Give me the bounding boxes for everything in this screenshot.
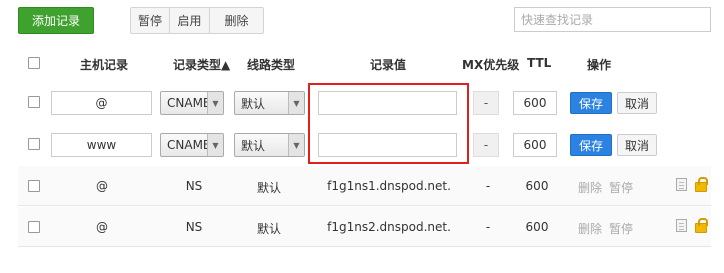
edit-row: www CNAME ▼ 默认 ▼ - 600 保存 取消 bbox=[18, 124, 711, 164]
note-icon[interactable] bbox=[676, 178, 687, 191]
chevron-down-icon[interactable]: ▼ bbox=[207, 92, 223, 114]
type-select-value: CNAME bbox=[167, 138, 211, 152]
record-type: NS bbox=[185, 179, 203, 193]
type-select-value: CNAME bbox=[167, 96, 211, 110]
mx-field: - bbox=[473, 91, 499, 115]
chevron-down-icon[interactable]: ▼ bbox=[288, 134, 304, 156]
record-pause-link[interactable]: 暂停 bbox=[609, 220, 633, 237]
record-delete-link[interactable]: 删除 bbox=[578, 220, 602, 237]
table-header: 主机记录 记录类型▲ 线路类型 记录值 MX优先级 TTL 操作 bbox=[0, 52, 724, 76]
record-delete-link[interactable]: 删除 bbox=[578, 179, 602, 196]
col-type[interactable]: 记录类型▲ bbox=[173, 56, 230, 73]
col-value: 记录值 bbox=[370, 58, 407, 72]
record-ttl: 600 bbox=[525, 179, 549, 193]
cancel-button[interactable]: 取消 bbox=[617, 134, 657, 156]
row-checkbox[interactable] bbox=[28, 221, 40, 233]
col-ops: 操作 bbox=[587, 58, 612, 72]
record-line: 默认 bbox=[256, 181, 282, 195]
record-mx: - bbox=[485, 179, 491, 193]
batch-action-group: 暂停 启用 删除 bbox=[130, 7, 264, 34]
col-ttl: TTL bbox=[527, 56, 552, 70]
record-host: @ bbox=[96, 179, 108, 193]
line-select-value: 默认 bbox=[241, 138, 266, 153]
mx-field: - bbox=[473, 133, 499, 157]
search-input[interactable] bbox=[514, 7, 711, 32]
row-checkbox[interactable] bbox=[28, 96, 40, 108]
record-ttl: 600 bbox=[525, 220, 549, 234]
col-mx: MX优先级 bbox=[462, 58, 520, 72]
value-input[interactable] bbox=[318, 133, 457, 157]
record-value: f1g1ns2.dnspod.net. bbox=[327, 220, 451, 234]
pause-button[interactable]: 暂停 bbox=[131, 8, 170, 33]
line-select-value: 默认 bbox=[241, 96, 266, 111]
record-pause-link[interactable]: 暂停 bbox=[609, 179, 633, 196]
save-button[interactable]: 保存 bbox=[570, 92, 612, 114]
cancel-button[interactable]: 取消 bbox=[617, 92, 657, 114]
col-line[interactable]: 线路类型 bbox=[247, 56, 295, 73]
col-host[interactable]: 主机记录 bbox=[80, 56, 128, 73]
lock-icon bbox=[695, 177, 708, 192]
ttl-input[interactable]: 600 bbox=[513, 91, 557, 115]
line-select[interactable]: 默认 ▼ bbox=[234, 133, 305, 157]
row-checkbox[interactable] bbox=[28, 138, 40, 150]
record-type: NS bbox=[185, 220, 203, 234]
lock-icon bbox=[695, 218, 708, 233]
record-value: f1g1ns1.dnspod.net. bbox=[327, 179, 451, 193]
table-row: @ NS 默认 f1g1ns1.dnspod.net. - 600 删除 暂停 bbox=[18, 166, 711, 206]
record-line: 默认 bbox=[256, 222, 282, 236]
value-input[interactable] bbox=[318, 91, 457, 115]
row-checkbox[interactable] bbox=[28, 180, 40, 192]
type-select[interactable]: CNAME ▼ bbox=[160, 91, 224, 115]
edit-row: @ CNAME ▼ 默认 ▼ - 600 保存 取消 bbox=[18, 82, 711, 122]
host-input[interactable]: @ bbox=[51, 91, 152, 115]
chevron-down-icon[interactable]: ▼ bbox=[288, 92, 304, 114]
delete-button[interactable]: 删除 bbox=[210, 8, 263, 33]
enable-button[interactable]: 启用 bbox=[170, 8, 210, 33]
type-select[interactable]: CNAME ▼ bbox=[160, 133, 224, 157]
add-record-button[interactable]: 添加记录 bbox=[18, 7, 94, 34]
host-input[interactable]: www bbox=[51, 133, 152, 157]
table-row: @ NS 默认 f1g1ns2.dnspod.net. - 600 删除 暂停 bbox=[18, 207, 711, 247]
note-icon[interactable] bbox=[676, 219, 687, 232]
save-button[interactable]: 保存 bbox=[570, 134, 612, 156]
select-all-checkbox[interactable] bbox=[28, 57, 40, 69]
record-host: @ bbox=[96, 220, 108, 234]
chevron-down-icon[interactable]: ▼ bbox=[207, 134, 223, 156]
ttl-input[interactable]: 600 bbox=[513, 133, 557, 157]
line-select[interactable]: 默认 ▼ bbox=[234, 91, 305, 115]
record-mx: - bbox=[485, 220, 491, 234]
